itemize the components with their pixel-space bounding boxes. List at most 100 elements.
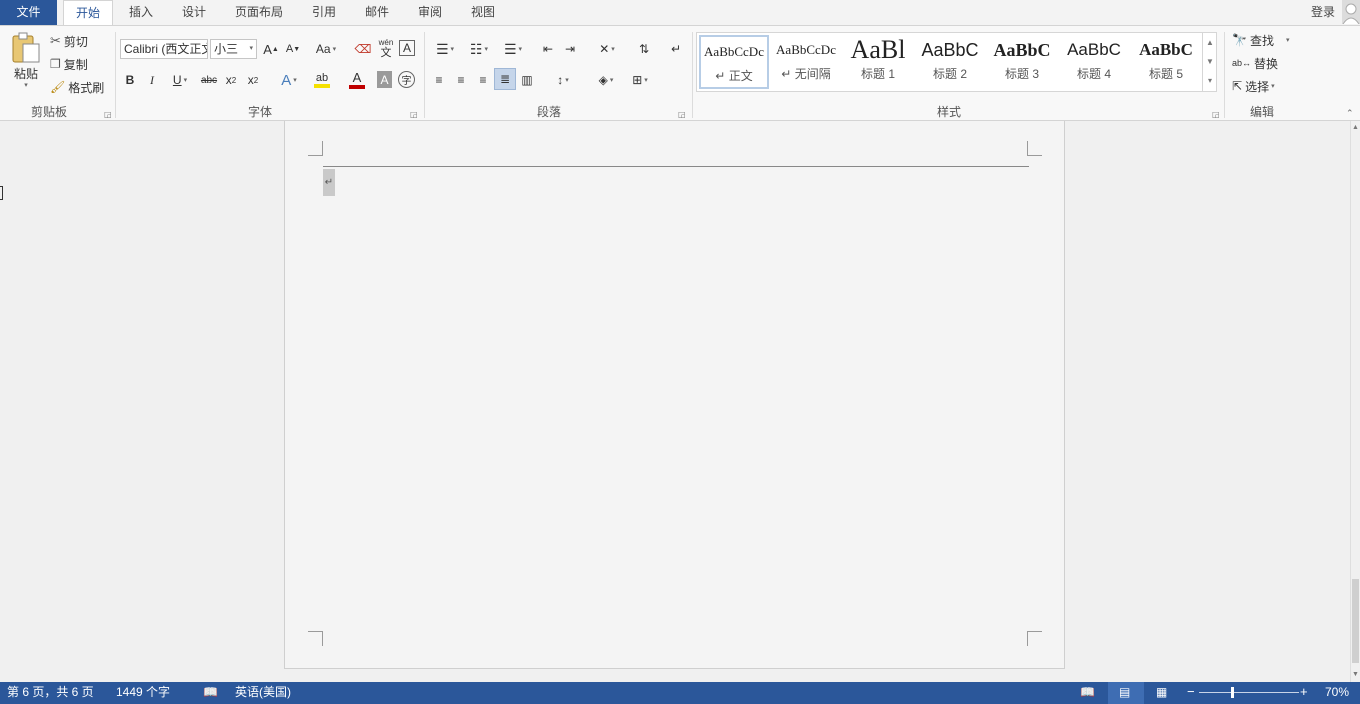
style-no-spacing[interactable]: AaBbCcDc ↵ 无间隔 <box>771 35 841 89</box>
paragraph-dialog-launcher[interactable]: ◲ <box>678 110 686 119</box>
cut-button[interactable]: ✂ 剪切 <box>50 32 88 50</box>
styles-down-icon[interactable]: ▼ <box>1203 52 1217 71</box>
subscript-button[interactable]: x2 <box>222 70 240 90</box>
scroll-down-icon[interactable]: ▼ <box>1351 668 1360 682</box>
page-count[interactable]: 第 6 页，共 6 页 <box>7 682 94 704</box>
paint-bucket-icon: ◈ <box>598 73 608 87</box>
web-layout-icon[interactable]: ▦ <box>1156 682 1167 704</box>
style-heading-3[interactable]: AaBbC 标题 3 <box>987 35 1057 89</box>
increase-indent-button[interactable]: ⇥ <box>560 40 580 58</box>
language[interactable]: 英语(美国) <box>235 682 291 704</box>
tab-home[interactable]: 开始 <box>63 0 113 25</box>
style-heading-4[interactable]: AaBbC 标题 4 <box>1059 35 1129 89</box>
align-right-button[interactable]: ≡ <box>474 70 492 90</box>
font-color-button[interactable]: A <box>342 70 372 90</box>
bullets-button[interactable]: ☰ ▾ <box>430 40 460 58</box>
tab-review[interactable]: 审阅 <box>410 0 450 25</box>
document-page[interactable]: ↵ <box>284 121 1065 669</box>
styles-scroll: ▲ ▼ ▾ <box>1202 33 1217 91</box>
copy-button[interactable]: ❐ 复制 <box>50 55 88 73</box>
sort-button[interactable]: ⇅ <box>634 40 654 58</box>
format-painter-button[interactable]: 🖌 格式刷 <box>50 78 104 96</box>
bold-button[interactable]: B <box>122 70 138 90</box>
superscript-button[interactable]: x2 <box>244 70 262 90</box>
line-spacing-button[interactable]: ↕ ▾ <box>548 70 578 90</box>
find-button[interactable]: 🔭 查找 ▾ <box>1232 31 1289 49</box>
paste-dropdown-icon[interactable]: ▾ <box>8 81 44 89</box>
font-color-bar <box>349 85 365 89</box>
show-hide-marks-button[interactable]: ↵ <box>666 40 686 58</box>
clipboard-dialog-launcher[interactable]: ◲ <box>104 110 112 119</box>
print-layout-icon: ▤ <box>1119 685 1131 699</box>
character-border-button[interactable]: A <box>399 40 415 56</box>
chinese-layout-button[interactable]: ✕ ▾ <box>592 40 622 58</box>
font-dialog-launcher[interactable]: ◲ <box>410 110 418 119</box>
vertical-scrollbar[interactable]: ▲ ▼ <box>1350 121 1360 682</box>
phonetic-guide-button[interactable]: wén 文 <box>376 38 396 60</box>
proofing-icon[interactable]: 📖 <box>203 682 218 704</box>
styles-up-icon[interactable]: ▲ <box>1203 33 1217 52</box>
scrollbar-thumb[interactable] <box>1352 579 1359 663</box>
status-bar: 第 6 页，共 6 页 1449 个字 📖 英语(美国) 📖 ▤ ▦ − + 7… <box>0 682 1360 704</box>
styles-more-icon[interactable]: ▾ <box>1203 71 1217 90</box>
change-case-button[interactable]: Aa ▾ <box>312 40 340 58</box>
cut-label: 剪切 <box>63 34 88 49</box>
borders-button[interactable]: ⊞ ▾ <box>625 70 655 90</box>
group-divider <box>115 32 116 118</box>
highlight-button[interactable]: ab <box>307 70 337 90</box>
margin-mark-bottom-right <box>1027 631 1042 646</box>
read-mode-icon[interactable]: 📖 <box>1080 682 1095 704</box>
font-size-combo[interactable]: 小三 ▾ <box>210 39 257 59</box>
highlight-color-bar <box>314 84 330 88</box>
multilevel-list-button[interactable]: ☰ ▾ <box>498 40 528 58</box>
zoom-out-button[interactable]: − <box>1187 682 1195 704</box>
login-link[interactable]: 登录 <box>1304 0 1342 25</box>
style-heading-1-sample: AaBl <box>850 35 906 64</box>
print-layout-button[interactable]: ▤ <box>1108 682 1144 704</box>
collapse-ribbon-icon[interactable]: ⌃ <box>1346 108 1354 119</box>
clear-formatting-button[interactable]: ⌫ <box>354 40 372 58</box>
scroll-up-icon[interactable]: ▲ <box>1351 121 1360 135</box>
ribbon-tab-bar: 文件 开始 插入 设计 页面布局 引用 邮件 审阅 视图 登录 <box>0 0 1360 25</box>
text-effects-button[interactable]: A ▾ <box>276 70 302 90</box>
tab-mailings[interactable]: 邮件 <box>357 0 397 25</box>
italic-button[interactable]: I <box>144 70 160 90</box>
tab-file[interactable]: 文件 <box>0 0 57 25</box>
align-left-button[interactable]: ≡ <box>430 70 448 90</box>
replace-button[interactable]: ab↔ 替换 <box>1232 54 1278 72</box>
style-heading-1[interactable]: AaBl 标题 1 <box>843 35 913 89</box>
paste-button[interactable]: 粘贴 ▾ <box>8 32 44 92</box>
zoom-in-button[interactable]: + <box>1300 682 1308 704</box>
tab-design[interactable]: 设计 <box>174 0 214 25</box>
zoom-slider-track[interactable] <box>1199 692 1299 693</box>
character-shading-button[interactable]: A <box>377 71 392 88</box>
numbering-button[interactable]: ☷ ▾ <box>464 40 494 58</box>
tab-view[interactable]: 视图 <box>463 0 503 25</box>
tab-references[interactable]: 引用 <box>304 0 344 25</box>
align-center-button[interactable]: ≡ <box>452 70 470 90</box>
decrease-indent-button[interactable]: ⇤ <box>538 40 558 58</box>
paragraph-mark[interactable]: ↵ <box>323 169 335 196</box>
select-button[interactable]: ⇱ 选择 ▾ <box>1232 77 1275 95</box>
bullets-icon: ☰ <box>435 40 449 57</box>
underline-button[interactable]: U ▾ <box>166 70 194 90</box>
justify-button[interactable]: ≣ <box>494 68 516 90</box>
shading-button[interactable]: ◈ ▾ <box>591 70 621 90</box>
zoom-level[interactable]: 70% <box>1325 682 1349 704</box>
style-heading-2[interactable]: AaBbC 标题 2 <box>915 35 985 89</box>
font-name-combo[interactable]: Calibri (西文正文 <box>120 39 208 59</box>
style-normal[interactable]: AaBbCcDc ↵ 正文 <box>699 35 769 89</box>
word-count[interactable]: 1449 个字 <box>116 682 170 704</box>
change-case-icon: Aa <box>315 42 331 56</box>
tab-insert[interactable]: 插入 <box>121 0 161 25</box>
grow-font-button[interactable]: A ▲ <box>263 40 279 58</box>
strikethrough-button[interactable]: abc <box>199 70 219 90</box>
distributed-button[interactable]: ▥ <box>518 70 536 90</box>
enclose-characters-button[interactable]: 字 <box>398 71 415 88</box>
style-heading-5[interactable]: AaBbC 标题 5 <box>1131 35 1201 89</box>
zoom-slider-thumb[interactable] <box>1231 687 1235 698</box>
tab-layout[interactable]: 页面布局 <box>228 0 290 25</box>
styles-dialog-launcher[interactable]: ◲ <box>1212 110 1220 119</box>
shrink-font-button[interactable]: A ▼ <box>285 40 301 58</box>
avatar[interactable] <box>1342 0 1360 25</box>
